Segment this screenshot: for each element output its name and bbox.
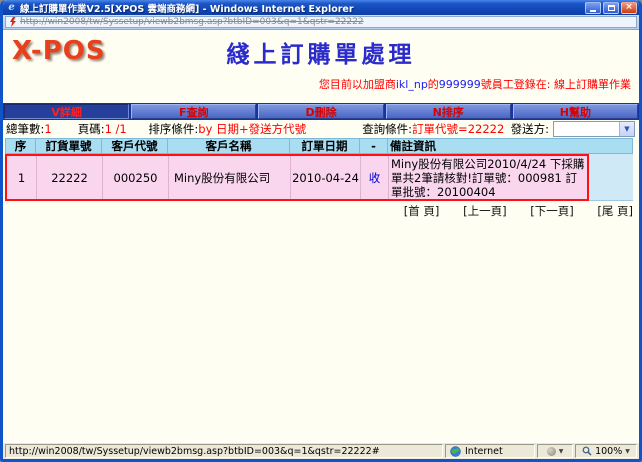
globe-icon bbox=[450, 446, 461, 457]
flash-icon bbox=[9, 17, 17, 27]
page-number-label: 頁碼: bbox=[78, 121, 105, 137]
window-controls: × bbox=[585, 2, 637, 14]
page-content: X-POS 綫上訂購單處理 您目前以加盟商ikl_np的999999號員工登錄在… bbox=[3, 30, 639, 442]
pagination: [首 頁] [上一頁] [下一頁] [尾 頁] bbox=[5, 203, 633, 219]
total-count-label: 總筆數: bbox=[6, 121, 44, 137]
query-button[interactable]: F查詢 bbox=[131, 104, 256, 119]
cell-seq: 1 bbox=[7, 156, 37, 199]
toolbar: V詳細 F查詢 D刪除 N排序 H幫助 bbox=[3, 103, 639, 120]
status-line: 總筆數: 1 頁碼: 1 /1 排序條件: by 日期+發送方代號 查詢條件: … bbox=[3, 120, 639, 137]
sort-condition-label: 排序條件: bbox=[148, 121, 198, 137]
header-dash: - bbox=[360, 139, 388, 153]
login-prefix: 您目前以加盟商 bbox=[319, 78, 396, 91]
empty-area bbox=[3, 219, 639, 442]
close-button[interactable]: × bbox=[621, 2, 637, 14]
sort-condition-value: by 日期+發送方代號 bbox=[198, 121, 306, 137]
cell-remark: Miny股份有限公司2010/4/24 下採購單共2筆請核對!訂單號：00098… bbox=[389, 156, 587, 199]
window-title: 線上訂購單作業V2.5[XPOS 雲端商務網] - Windows Intern… bbox=[20, 1, 585, 15]
query-condition-value: 訂單代號=22222 bbox=[412, 121, 504, 137]
page-header: X-POS 綫上訂購單處理 bbox=[3, 30, 639, 72]
row-filler bbox=[589, 154, 633, 201]
login-merchant: ikl_np bbox=[396, 78, 428, 91]
header-remark: 備註資訊 bbox=[388, 139, 632, 153]
header-customer-name: 客戶名稱 bbox=[168, 139, 290, 153]
close-icon: × bbox=[625, 3, 633, 12]
chevron-down-icon: ▼ bbox=[559, 448, 564, 455]
phishing-filter-icon bbox=[547, 447, 556, 456]
cell-customer-name: Miny股份有限公司 bbox=[169, 156, 291, 199]
address-bar: http://win2008/tw/Syssetup/viewb2bmsg.as… bbox=[3, 15, 639, 30]
statusbar-url: http://win2008/tw/Syssetup/viewb2bmsg.as… bbox=[5, 444, 443, 458]
header-order-date: 訂單日期 bbox=[290, 139, 360, 153]
header-customer-code: 客戶代號 bbox=[102, 139, 168, 153]
header-order-no: 訂貨單號 bbox=[36, 139, 102, 153]
detail-button[interactable]: V詳細 bbox=[4, 104, 129, 119]
page-number-value: 1 /1 bbox=[105, 122, 127, 136]
zoom-level-value: 100% bbox=[595, 446, 622, 457]
query-condition-label: 查詢條件: bbox=[362, 121, 412, 137]
cell-customer-code: 000250 bbox=[103, 156, 169, 199]
chevron-down-icon: ▼ bbox=[625, 448, 630, 455]
cell-order-no: 22222 bbox=[37, 156, 103, 199]
login-suffix: 號員工登錄在: 線上訂購單作業 bbox=[481, 78, 631, 91]
login-employee: 999999 bbox=[439, 78, 481, 91]
login-mid: 的 bbox=[428, 78, 439, 91]
maximize-icon bbox=[608, 5, 615, 11]
browser-window: e 線上訂購單作業V2.5[XPOS 雲端商務網] - Windows Inte… bbox=[0, 0, 642, 462]
delete-button[interactable]: D刪除 bbox=[258, 104, 383, 119]
maximize-button[interactable] bbox=[603, 2, 619, 14]
ie-icon: e bbox=[6, 2, 17, 13]
login-info: 您目前以加盟商ikl_np的999999號員工登錄在: 線上訂購單作業 bbox=[3, 76, 639, 90]
prev-page-link[interactable]: [上一頁] bbox=[463, 204, 506, 218]
statusbar-security[interactable]: ▼ bbox=[537, 444, 573, 458]
statusbar-zoom[interactable]: 100% ▼ bbox=[575, 444, 637, 458]
header-seq: 序 bbox=[6, 139, 36, 153]
table-row-band: 1 22222 000250 Miny股份有限公司 2010-04-24 收 M… bbox=[5, 154, 633, 201]
title-bar: e 線上訂購單作業V2.5[XPOS 雲端商務網] - Windows Inte… bbox=[3, 0, 639, 15]
first-page-link[interactable]: [首 頁] bbox=[404, 204, 440, 218]
sort-button[interactable]: N排序 bbox=[386, 104, 511, 119]
chevron-down-icon: ▼ bbox=[619, 122, 634, 136]
help-button[interactable]: H幫助 bbox=[513, 104, 638, 119]
statusbar-zone-label: Internet bbox=[465, 446, 503, 457]
minimize-icon bbox=[590, 10, 596, 12]
next-page-link[interactable]: [下一頁] bbox=[530, 204, 573, 218]
status-bar: http://win2008/tw/Syssetup/viewb2bmsg.as… bbox=[3, 442, 639, 459]
table-header-row: 序 訂貨單號 客戶代號 客戶名稱 訂單日期 - 備註資訊 bbox=[5, 138, 633, 154]
last-page-link[interactable]: [尾 頁] bbox=[597, 204, 633, 218]
sender-label: 發送方: bbox=[511, 121, 549, 137]
total-count-value: 1 bbox=[44, 122, 51, 136]
table-row[interactable]: 1 22222 000250 Miny股份有限公司 2010-04-24 收 M… bbox=[5, 154, 589, 201]
cell-status: 收 bbox=[361, 156, 389, 199]
orders-table: 序 訂貨單號 客戶代號 客戶名稱 訂單日期 - 備註資訊 1 22222 000… bbox=[5, 138, 633, 201]
magnifier-icon bbox=[582, 446, 592, 456]
sender-select[interactable]: ▼ bbox=[553, 121, 635, 137]
statusbar-zone: Internet bbox=[445, 444, 535, 458]
address-url-text: http://win2008/tw/Syssetup/viewb2bmsg.as… bbox=[20, 17, 364, 27]
address-input[interactable]: http://win2008/tw/Syssetup/viewb2bmsg.as… bbox=[5, 16, 637, 28]
minimize-button[interactable] bbox=[585, 2, 601, 14]
cell-order-date: 2010-04-24 bbox=[291, 156, 361, 199]
page-title: 綫上訂購單處理 bbox=[3, 35, 639, 69]
